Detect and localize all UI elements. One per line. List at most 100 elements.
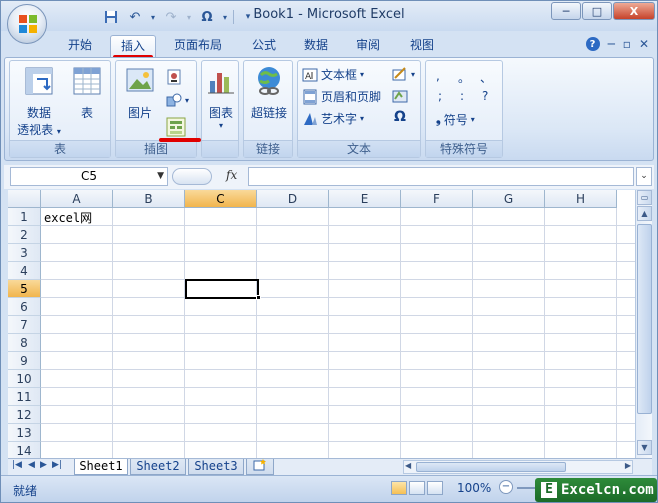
formula-pill[interactable] [172, 168, 212, 185]
scroll-down-icon[interactable]: ▼ [637, 440, 652, 455]
row-header-3[interactable]: 3 [8, 244, 41, 262]
symbol-button[interactable]: ❟ 符号 ▾ [436, 111, 475, 128]
horizontal-scroll-thumb[interactable] [416, 462, 566, 472]
sheet-tab-sheet1[interactable]: Sheet1 [74, 459, 128, 475]
row-header-14[interactable]: 14 [8, 442, 41, 458]
help-icon[interactable]: ? [585, 37, 600, 51]
row-header-12[interactable]: 12 [8, 406, 41, 424]
wordart-button[interactable]: 艺术字 ▾ [302, 110, 364, 127]
ribbon-close-icon[interactable]: ✕ [639, 37, 649, 51]
smartart-button[interactable] [166, 117, 186, 137]
last-sheet-icon[interactable]: ▶| [52, 460, 62, 470]
signature-dropdown-icon: ▾ [411, 69, 416, 79]
name-box-dropdown-icon[interactable]: ▼ [157, 168, 164, 185]
column-header-b[interactable]: B [113, 190, 185, 208]
scroll-right-icon[interactable]: ▶ [625, 461, 631, 470]
row-header-10[interactable]: 10 [8, 370, 41, 388]
row-header-2[interactable]: 2 [8, 226, 41, 244]
symbol-semicolon[interactable]: ; [438, 89, 442, 103]
row-header-6[interactable]: 6 [8, 298, 41, 316]
scroll-up-icon[interactable]: ▲ [637, 206, 652, 221]
chart-label: 图表 [208, 106, 233, 120]
row-header-11[interactable]: 11 [8, 388, 41, 406]
row-header-1[interactable]: 1 [8, 208, 41, 226]
sheet-tab-sheet3[interactable]: Sheet3 [188, 459, 244, 475]
chart-button[interactable]: 图表 ▾ [204, 65, 238, 130]
normal-view-icon[interactable] [391, 481, 407, 495]
column-header-d[interactable]: D [257, 190, 329, 208]
split-box-icon[interactable]: ▭ [637, 190, 652, 205]
clip-art-button[interactable] [166, 69, 182, 85]
symbol-omega-button[interactable]: Ω [394, 109, 406, 125]
column-header-a[interactable]: A [41, 190, 113, 208]
row-header-8[interactable]: 8 [8, 334, 41, 352]
grid-row-line [41, 225, 635, 226]
shapes-button[interactable]: ▾ [166, 92, 189, 108]
horizontal-scrollbar[interactable]: ◀ ▶ [403, 460, 633, 474]
smartart-icon [166, 117, 186, 137]
tab-page-layout[interactable]: 页面布局 [165, 35, 231, 57]
worksheet-grid[interactable]: ABCDEFGH 1 2 3 4 5 6 7 8 9 10 11 12 13 14 excel网 [8, 190, 635, 458]
minimize-button[interactable]: ─ [551, 2, 581, 20]
pivot-table-button[interactable]: 数据 透视表 ▾ [14, 65, 64, 138]
symbol-period[interactable]: 。 [458, 69, 470, 86]
ribbon-insert: 数据 透视表 ▾ 表 表 图片 ▾ 插图 图表 ▾ 超链接 链接 A 文本框 ▾… [4, 57, 654, 161]
column-header-h[interactable]: H [545, 190, 617, 208]
ribbon-minimize-icon[interactable]: ─ [608, 37, 615, 51]
hyperlink-button[interactable]: 超链接 [246, 65, 292, 121]
insert-function-button[interactable]: fx [226, 168, 237, 182]
scroll-left-icon[interactable]: ◀ [405, 461, 411, 470]
vertical-scroll-thumb[interactable] [637, 224, 652, 414]
row-header-9[interactable]: 9 [8, 352, 41, 370]
zoom-out-button[interactable]: − [499, 480, 513, 494]
textbox-button[interactable]: A 文本框 ▾ [302, 66, 364, 83]
fill-handle[interactable] [256, 295, 261, 300]
tab-review[interactable]: 审阅 [345, 35, 391, 57]
expand-formula-bar-icon[interactable]: ⌄ [636, 167, 652, 186]
tab-home[interactable]: 开始 [57, 35, 103, 57]
row-header-7[interactable]: 7 [8, 316, 41, 334]
grid-row-line [41, 405, 635, 406]
wordart-icon [304, 112, 317, 125]
column-header-e[interactable]: E [329, 190, 401, 208]
zoom-level[interactable]: 100% [457, 481, 491, 495]
prev-sheet-icon[interactable]: ◀ [28, 460, 35, 470]
tab-formulas[interactable]: 公式 [241, 35, 287, 57]
header-footer-button[interactable]: 页眉和页脚 [302, 88, 381, 105]
insert-sheet-button[interactable] [246, 459, 274, 475]
sheet-tab-sheet2[interactable]: Sheet2 [130, 459, 186, 475]
page-layout-view-icon[interactable] [409, 481, 425, 495]
ribbon-right-controls: ? ─ ▫ ✕ [585, 37, 649, 51]
column-header-c[interactable]: C [185, 190, 257, 208]
close-button[interactable]: X [613, 2, 655, 20]
cell-a1[interactable]: excel网 [44, 209, 92, 226]
column-header-f[interactable]: F [401, 190, 473, 208]
signature-line-button[interactable]: ▾ [392, 66, 415, 82]
page-break-view-icon[interactable] [427, 481, 443, 495]
vertical-scrollbar[interactable]: ▭ ▲ ▼ [635, 190, 652, 458]
row-header-4[interactable]: 4 [8, 262, 41, 280]
column-header-g[interactable]: G [473, 190, 545, 208]
select-all-corner[interactable] [8, 190, 41, 208]
picture-button[interactable]: 图片 [120, 65, 160, 121]
symbol-question[interactable]: ? [482, 89, 488, 103]
tab-view[interactable]: 视图 [399, 35, 445, 57]
next-sheet-icon[interactable]: ▶ [40, 460, 47, 470]
object-button[interactable] [392, 88, 408, 104]
name-box[interactable]: C5 ▼ [10, 167, 168, 186]
row-header-5[interactable]: 5 [8, 280, 41, 298]
table-button[interactable]: 表 [66, 65, 108, 121]
symbol-colon[interactable]: : [460, 89, 464, 103]
row-header-13[interactable]: 13 [8, 424, 41, 442]
formula-input[interactable] [248, 167, 634, 186]
active-cell-c5[interactable] [185, 279, 259, 299]
tab-insert[interactable]: 插入 [110, 35, 156, 57]
ribbon-restore-icon[interactable]: ▫ [623, 37, 631, 51]
symbol-enumeration-comma[interactable]: 、 [480, 69, 492, 86]
tab-data[interactable]: 数据 [293, 35, 339, 57]
first-sheet-icon[interactable]: |◀ [12, 460, 22, 470]
office-button[interactable] [7, 4, 47, 44]
maximize-button[interactable]: □ [582, 2, 612, 20]
symbol-comma[interactable]: , [436, 69, 440, 83]
watermark-text: Excelcn.com [561, 482, 654, 498]
